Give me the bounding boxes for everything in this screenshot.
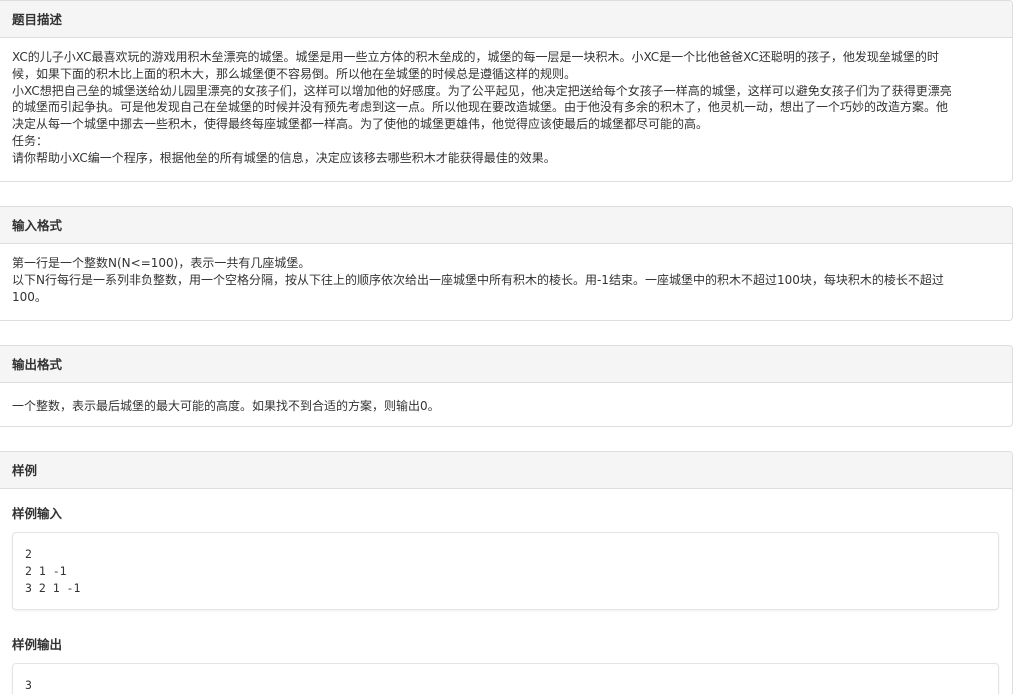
- description-body: XC的儿子小XC最喜欢玩的游戏用积木垒漂亮的城堡。城堡是用一些立方体的积木垒成的…: [0, 38, 1012, 167]
- sample-input-line: 2 1 -1: [25, 564, 67, 578]
- input-format-panel: 输入格式 第一行是一个整数N(N<=100)，表示一共有几座城堡。 以下N行每行…: [0, 206, 1013, 321]
- sample-input-title: 样例输入: [12, 506, 63, 521]
- description-line: 小XC想把自己垒的城堡送给幼儿园里漂亮的女孩子们，这样可以增加他的好感度。为了公…: [12, 83, 952, 98]
- sample-input-line: 3 2 1 -1: [25, 581, 81, 595]
- output-format-panel: 输出格式 一个整数，表示最后城堡的最大可能的高度。如果找不到合适的方案，则输出0…: [0, 345, 1013, 427]
- input-format-body: 第一行是一个整数N(N<=100)，表示一共有几座城堡。 以下N行每行是一系列非…: [0, 244, 1012, 305]
- description-line: XC的儿子小XC最喜欢玩的游戏用积木垒漂亮的城堡。城堡是用一些立方体的积木垒成的…: [12, 50, 939, 64]
- description-line: 请你帮助小XC编一个程序，根据他垒的所有城堡的信息，决定应该移去哪些积木才能获得…: [12, 150, 556, 165]
- sample-panel: 样例 样例输入 2 2 1 -1 3 2 1 -1 样例输出 3: [0, 451, 1013, 694]
- input-format-line: 第一行是一个整数N(N<=100)，表示一共有几座城堡。: [12, 256, 311, 270]
- description-heading: 题目描述: [0, 1, 1012, 38]
- output-format-line: 一个整数，表示最后城堡的最大可能的高度。如果找不到合适的方案，则输出0。: [12, 399, 440, 413]
- description-line: 任务：: [12, 133, 49, 148]
- sample-heading: 样例: [0, 452, 1012, 489]
- input-format-heading: 输入格式: [0, 207, 1012, 244]
- description-line: 候，如果下面的积木比上面的积木大，那么城堡便不容易倒。所以他在垒城堡的时候总是遵…: [12, 66, 577, 81]
- sample-input-box: 2 2 1 -1 3 2 1 -1: [12, 532, 999, 610]
- input-format-line: 以下N行每行是一系列非负整数，用一个空格分隔，按从下往上的顺序依次给出一座城堡中…: [12, 272, 944, 287]
- output-format-body: 一个整数，表示最后城堡的最大可能的高度。如果找不到合适的方案，则输出0。: [0, 383, 1012, 415]
- sample-output-box: 3: [12, 663, 999, 694]
- output-format-heading: 输出格式: [0, 346, 1012, 383]
- input-format-line: 100。: [12, 289, 47, 304]
- description-line: 的城堡而引起争执。可是他发现自己在垒城堡的时候并没有预先考虑到这一点。所以他现在…: [12, 100, 949, 115]
- sample-input-line: 2: [25, 547, 32, 561]
- description-line: 决定从每一个城堡中挪去一些积木，使得最终每座城堡都一样高。为了使他的城堡更雄伟，…: [12, 117, 709, 132]
- sample-output-line: 3: [25, 678, 32, 692]
- description-panel: 题目描述 XC的儿子小XC最喜欢玩的游戏用积木垒漂亮的城堡。城堡是用一些立方体的…: [0, 0, 1013, 182]
- sample-output-title: 样例输出: [12, 637, 63, 652]
